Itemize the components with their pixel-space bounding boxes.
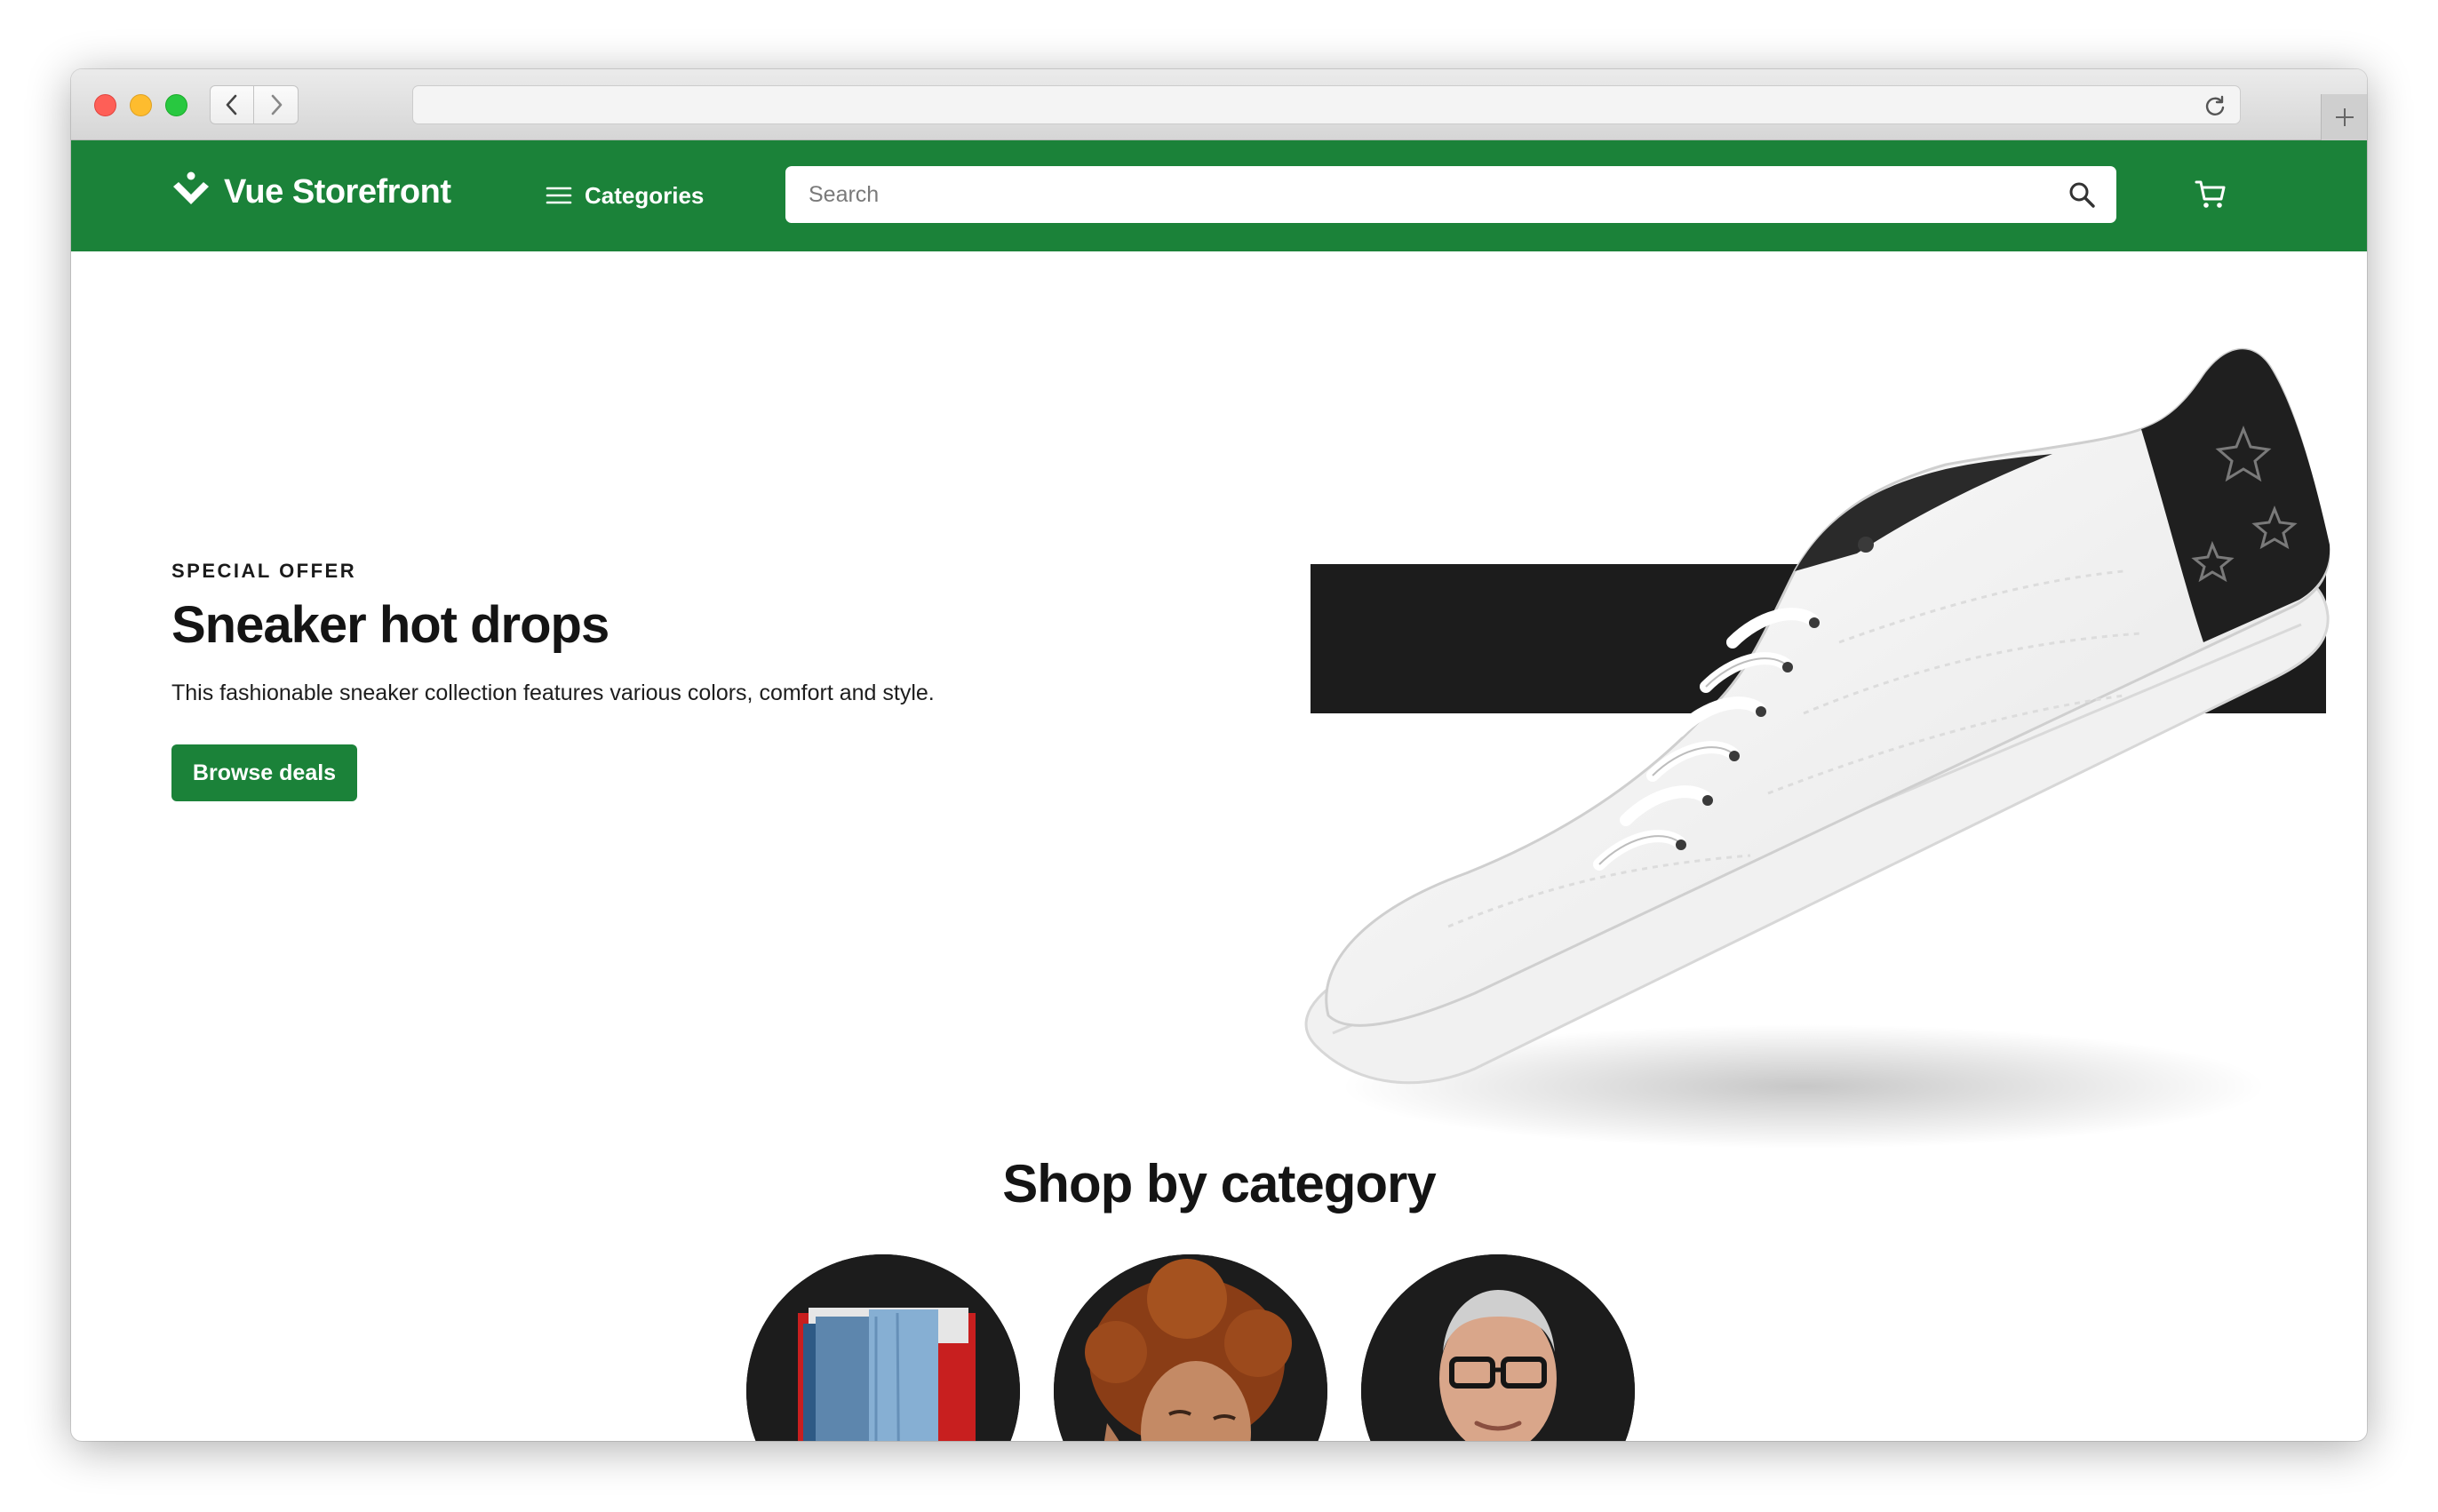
brand-name: Vue Storefront — [224, 172, 451, 211]
category-card-men[interactable] — [1361, 1254, 1635, 1441]
minimize-window-button[interactable] — [130, 94, 152, 116]
browser-window: Vue Storefront Categories SPECIAL OFFER … — [71, 69, 2367, 1441]
plus-icon — [2335, 108, 2354, 126]
close-window-button[interactable] — [94, 94, 116, 116]
chevron-left-icon — [226, 94, 237, 115]
hamburger-menu-icon — [546, 187, 572, 204]
cart-button[interactable] — [2193, 177, 2228, 212]
man-with-glasses-photo — [1361, 1254, 1635, 1441]
hero-description: This fashionable sneaker collection feat… — [171, 680, 935, 705]
zoom-window-button[interactable] — [165, 94, 187, 116]
hero-eyebrow: SPECIAL OFFER — [171, 560, 357, 582]
hero-sneaker-image — [1304, 347, 2330, 1149]
brand-logo[interactable]: Vue Storefront — [171, 165, 451, 219]
address-bar[interactable] — [412, 85, 2241, 124]
chevron-right-icon — [271, 94, 282, 115]
reload-icon — [2205, 95, 2225, 115]
search-button[interactable] — [2067, 179, 2097, 210]
hero-title: Sneaker hot drops — [171, 596, 610, 654]
vue-storefront-logo-icon — [173, 171, 209, 204]
shopping-cart-icon — [2195, 180, 2226, 208]
categories-menu-button[interactable]: Categories — [546, 176, 704, 215]
back-button[interactable] — [210, 85, 254, 124]
shop-by-category-heading: Shop by category — [1002, 1154, 1436, 1214]
hero-content: SPECIAL OFFER Sneaker hot drops This fas… — [171, 560, 1149, 706]
category-card-women[interactable] — [1054, 1254, 1327, 1441]
browser-toolbar — [71, 69, 2367, 140]
woman-portrait-photo — [1054, 1254, 1327, 1441]
jeans-photo — [746, 1254, 1020, 1441]
forward-button[interactable] — [254, 85, 299, 124]
search-input[interactable] — [785, 166, 2116, 223]
search-box — [785, 166, 2116, 223]
search-icon — [2069, 182, 2095, 208]
category-card-jeans[interactable] — [746, 1254, 1020, 1441]
browse-deals-button[interactable]: Browse deals — [171, 744, 357, 801]
site-header: Vue Storefront Categories — [71, 140, 2367, 251]
new-tab-button[interactable] — [2321, 94, 2367, 140]
categories-label: Categories — [585, 181, 705, 209]
reload-button[interactable] — [2203, 93, 2227, 118]
